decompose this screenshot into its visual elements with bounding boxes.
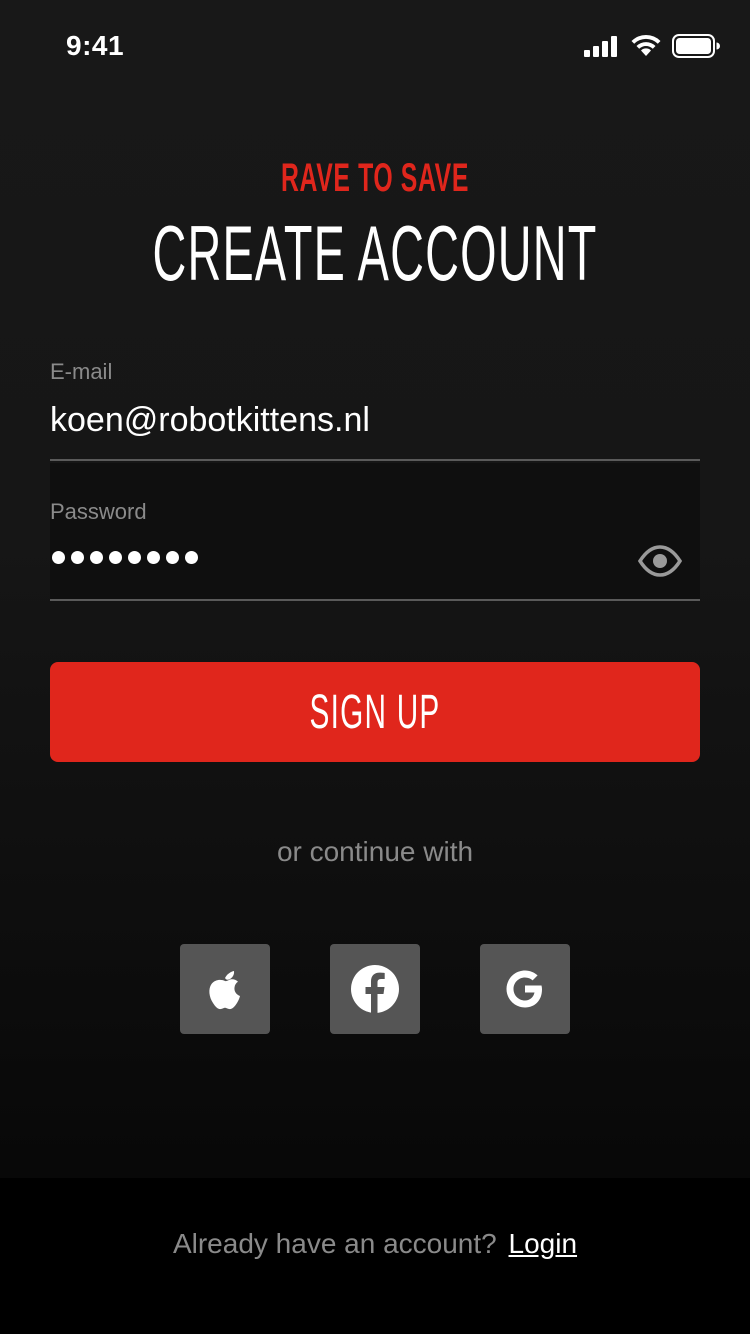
status-time: 9:41 (66, 30, 125, 61)
sign-up-label: SIGN UP (309, 685, 441, 739)
email-input[interactable]: koen@robotkittens.nl (50, 401, 370, 440)
already-have-account-text: Already have an account? (172, 1228, 497, 1259)
apple-icon (209, 971, 240, 1010)
facebook-icon (351, 965, 399, 1013)
google-login-button[interactable] (480, 944, 570, 1034)
facebook-login-button[interactable] (330, 944, 420, 1034)
password-label: Password (50, 499, 147, 524)
password-dot (109, 551, 122, 564)
password-dot (90, 551, 103, 564)
status-bar: 9:41 (0, 0, 750, 90)
create-account-screen: 9:41 RAVE TO SAVE CREATE ACCOUNT E-mail … (0, 0, 750, 1334)
password-underline (50, 599, 700, 601)
status-icons (584, 34, 720, 58)
email-field[interactable]: E-mail koen@robotkittens.nl (50, 323, 700, 461)
eye-icon[interactable] (637, 543, 683, 579)
password-dot (52, 551, 65, 564)
password-input[interactable] (52, 551, 198, 564)
email-underline (50, 459, 700, 461)
wifi-icon (631, 34, 661, 56)
google-icon (506, 970, 542, 1008)
battery-icon (672, 34, 720, 58)
password-dot (71, 551, 84, 564)
apple-login-button[interactable] (180, 944, 270, 1034)
password-field[interactable]: Password (50, 463, 700, 601)
signal-icon (584, 36, 617, 57)
brand-name: RAVE TO SAVE (281, 156, 469, 200)
sign-up-button[interactable]: SIGN UP (50, 662, 700, 762)
login-link[interactable]: Login (509, 1228, 578, 1259)
footer-text: Already have an account? Login (0, 1228, 750, 1260)
email-label: E-mail (50, 359, 113, 384)
password-dot (185, 551, 198, 564)
password-dot (147, 551, 160, 564)
social-login-row (180, 944, 570, 1034)
continue-with-text: or continue with (276, 836, 474, 867)
footer: Already have an account? Login (0, 1178, 750, 1334)
password-dot (166, 551, 179, 564)
page-title: CREATE ACCOUNT (152, 209, 598, 297)
password-dot (128, 551, 141, 564)
